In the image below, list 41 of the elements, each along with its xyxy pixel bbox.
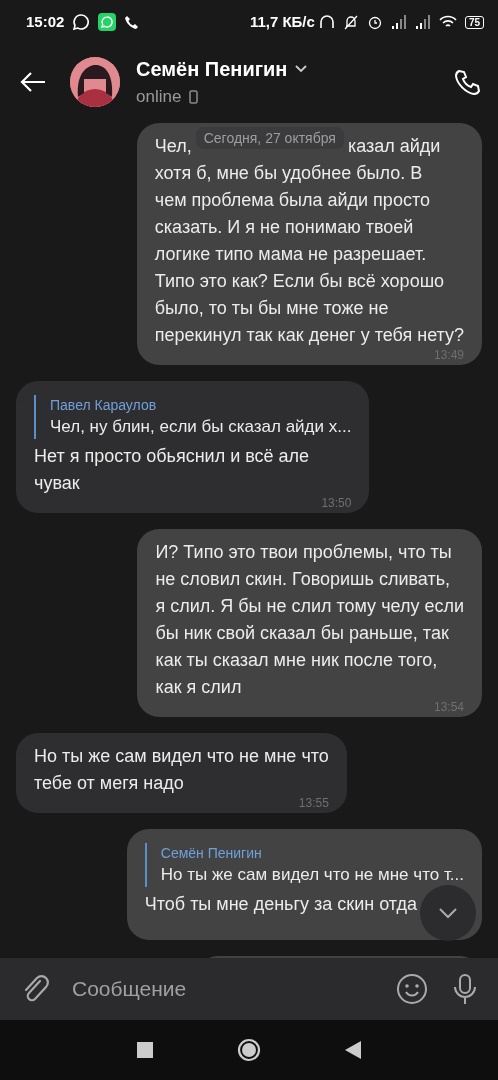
message-text: Но ты же сам видел что не мне что тебе от мегя надо: [34, 745, 329, 795]
battery-level: 75: [464, 15, 484, 29]
status-time: 15:02: [26, 11, 65, 32]
date-label: Сегодня, 27 октября: [195, 127, 344, 149]
back-icon[interactable]: [345, 1041, 361, 1059]
message-text: Нет я просто обьяснил и всё але чувак: [34, 445, 310, 495]
alarm-icon: [366, 14, 383, 30]
home-icon[interactable]: [237, 1038, 261, 1062]
message-time: 13:50: [320, 497, 352, 509]
phone-icon: [124, 14, 141, 30]
reply-author: Семён Пенигин: [160, 844, 263, 863]
reply-author: Павел Караулов: [50, 396, 158, 415]
back-arrow-icon[interactable]: [20, 71, 46, 93]
message-composer[interactable]: Сообщение: [0, 958, 498, 1020]
online-status: online: [136, 86, 182, 109]
reply-text: Чел, ну блин, если бы сказал айди х...: [50, 416, 352, 438]
bell-muted-icon: [342, 14, 359, 30]
phone-call-icon[interactable]: [454, 68, 482, 96]
phone-device-icon: [189, 90, 199, 104]
reply-text: Но ты же сам видел что не мне что т...: [160, 864, 464, 886]
chevron-down-icon: [438, 907, 458, 919]
chevron-down-icon[interactable]: [295, 65, 308, 74]
avatar[interactable]: [70, 57, 120, 107]
chat-bubble-icon: [72, 13, 91, 31]
paperclip-icon[interactable]: [22, 974, 50, 1004]
message-input[interactable]: Сообщение: [70, 972, 396, 1006]
signal-icon: [390, 15, 407, 29]
app-icon: [98, 13, 117, 31]
message-text: хотя б, мне бы удобнее было. В чем проблема была айди просто сказать. И я не понимаю твоей логике типо мама не разрешает. Типо это как? Если бы всё хорошо было, то ты бы мне тоже не перекинул так как денег у тебя нету?: [154, 162, 464, 347]
message-text: казал айди: [347, 135, 441, 158]
message-text: Чтоб ты мне деньгу за скин отда: [144, 893, 417, 916]
headphones-icon: [318, 14, 335, 30]
wifi-icon: [438, 15, 457, 29]
smiley-icon[interactable]: [396, 973, 428, 1005]
message-text: Чел,: [154, 135, 192, 158]
message-text: И? Типо это твои проблемы, что ты не словил скин. Говоришь сливать, я слил. Я бы не слил тому челу если бы ник свой сказал бы раньше, так как ты сказал мне ник после того, как я слил: [155, 541, 464, 699]
message-time: 13:55: [297, 797, 329, 809]
microphone-icon[interactable]: [452, 973, 478, 1005]
contact-name[interactable]: Семён Пенигин: [136, 54, 288, 85]
network-speed: 11,7 КБ/с: [249, 11, 315, 32]
signal-icon: [414, 15, 431, 29]
